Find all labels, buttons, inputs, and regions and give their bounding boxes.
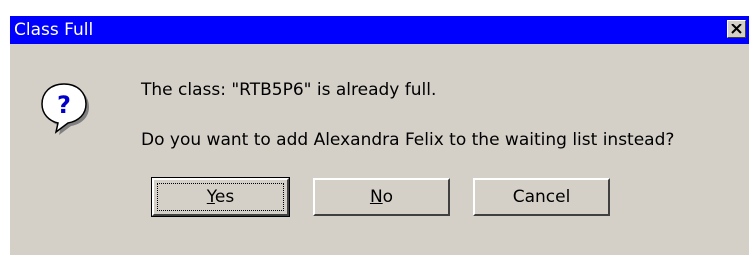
question-icon: ? <box>41 83 89 135</box>
no-mnemonic: N <box>369 186 383 207</box>
yes-mnemonic: Y <box>206 186 215 207</box>
message-line-2: Do you want to add Alexandra Felix to th… <box>141 130 675 150</box>
close-icon <box>731 24 742 34</box>
no-button[interactable]: No <box>313 178 450 216</box>
title-bar[interactable]: Class Full <box>10 16 749 44</box>
message-line-1: The class: "RTB5P6" is already full. <box>141 80 437 100</box>
yes-label-rest: es <box>214 186 235 207</box>
cancel-button[interactable]: Cancel <box>473 178 610 216</box>
class-full-dialog: Class Full ? The class: "RTB5P6" is alre… <box>10 16 749 255</box>
yes-button[interactable]: Yes <box>151 177 290 217</box>
no-label-rest: o <box>382 186 394 207</box>
question-glyph: ? <box>57 91 71 119</box>
close-button[interactable] <box>727 20 746 38</box>
window-title: Class Full <box>14 20 94 40</box>
